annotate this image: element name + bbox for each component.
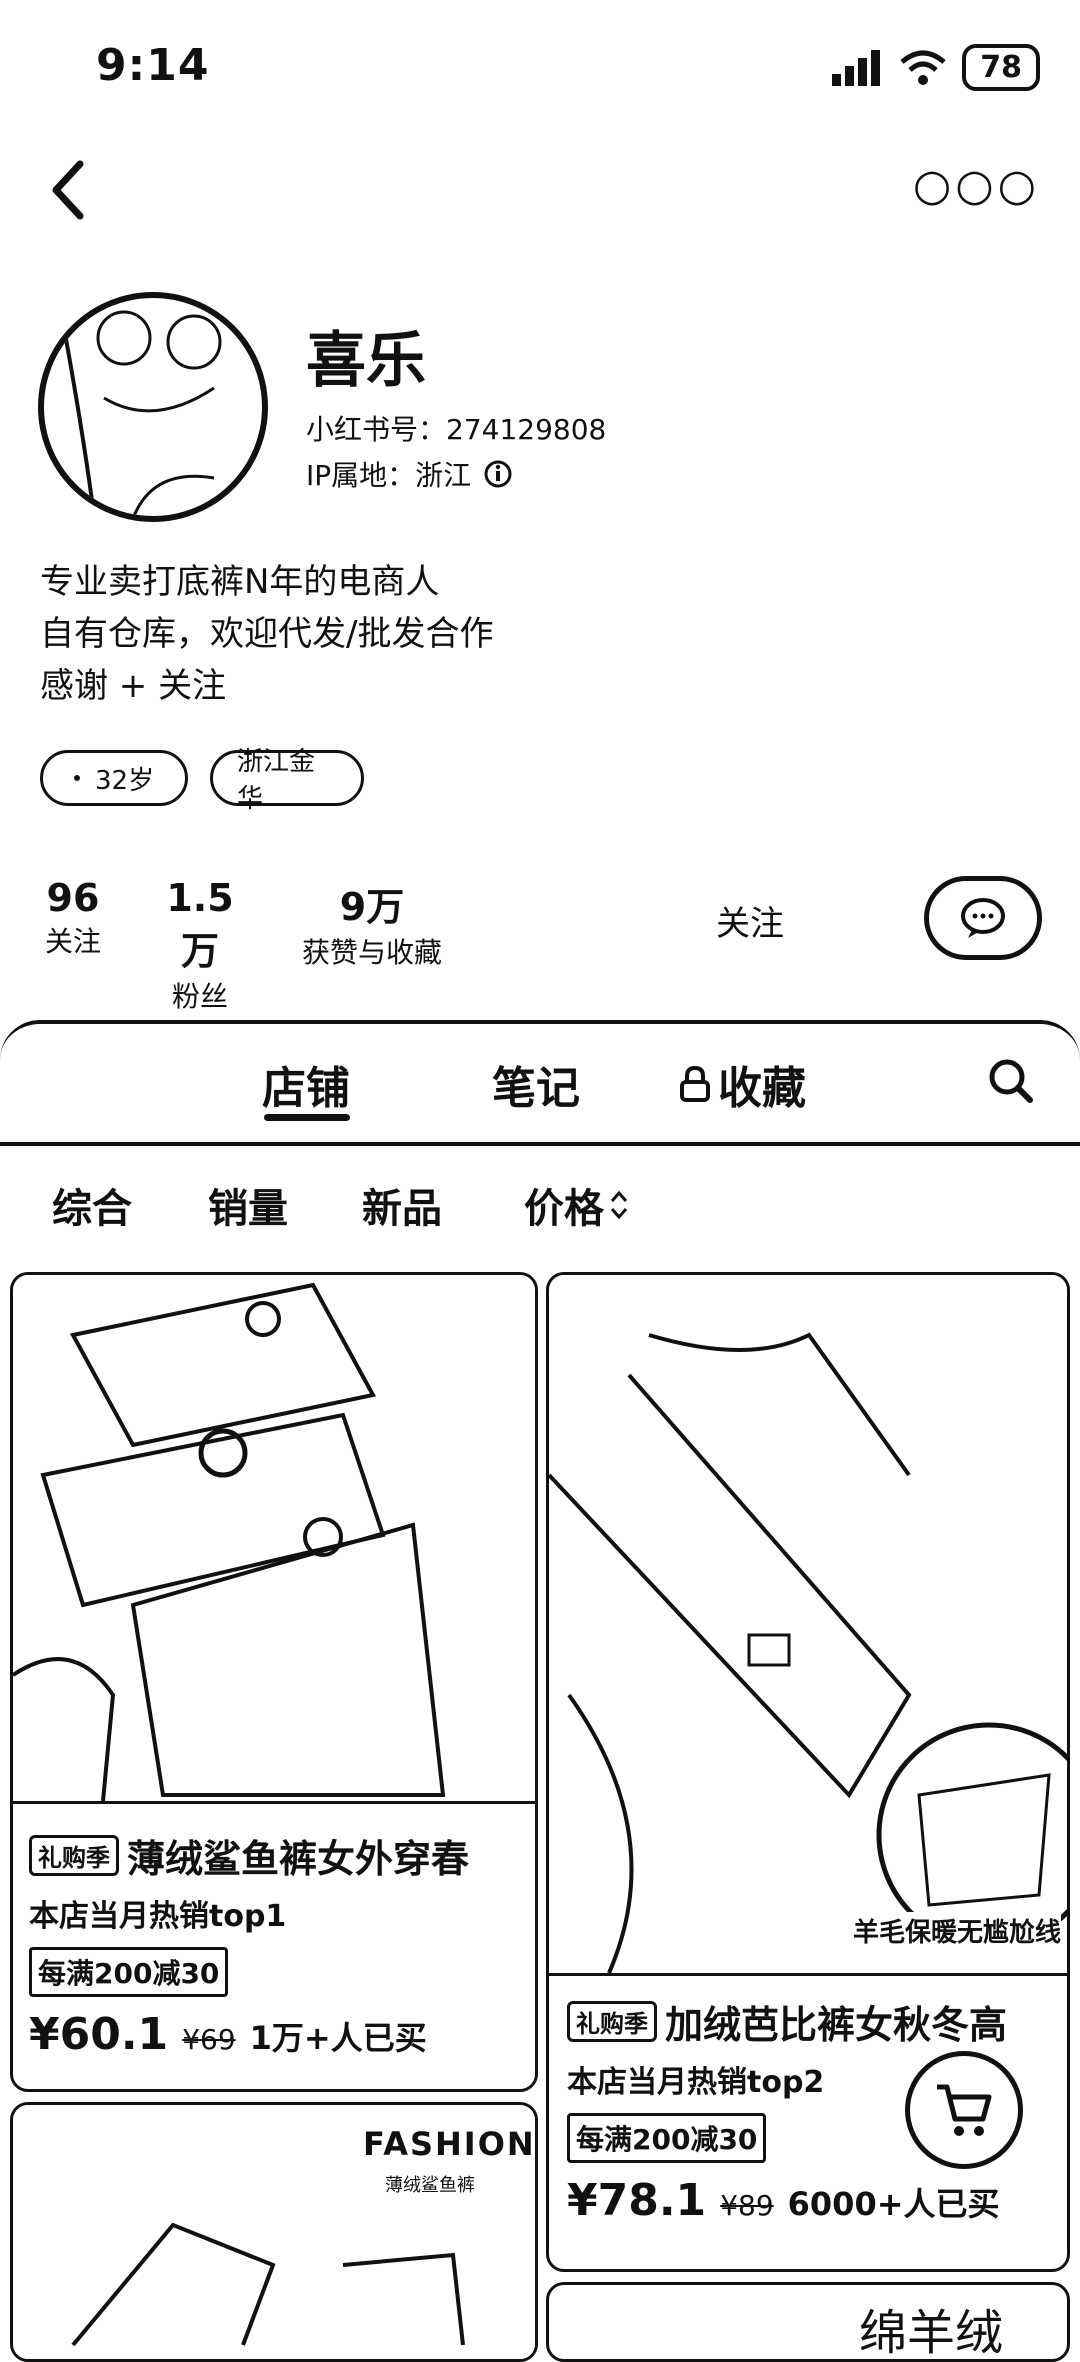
cart-icon (937, 2084, 992, 2136)
original-price: ¥69 (182, 2023, 236, 2056)
tab-notes[interactable]: 笔记 (492, 1052, 580, 1116)
profile-bio: 专业卖打底裤N年的电商人 自有仓库，欢迎代发/批发合作 感谢 + 关注 (40, 562, 494, 706)
info-icon[interactable] (483, 459, 513, 489)
product-subtitle: 本店当月热销top1 (29, 1899, 287, 1934)
sold-count: 1万+人已买 (249, 2019, 427, 2057)
profile-id: 小红书号：274129808 (306, 413, 607, 446)
sold-count: 6000+人已买 (787, 2185, 1000, 2223)
product-title: 加绒芭比裤女秋冬高 (665, 2003, 1008, 2047)
profile-name: 喜乐 (306, 326, 426, 396)
product-image: 羊毛保暖无尴尬线 (549, 1275, 1067, 1976)
avatar-illustration (62, 310, 222, 516)
image-overlay-text: 羊毛保暖无尴尬线 (852, 1912, 1061, 1949)
stat-followers[interactable]: 1.5万 粉丝 (148, 876, 252, 1015)
tab-shop[interactable]: 店铺 (262, 1052, 350, 1116)
product-image-text: 绵羊绒 (859, 2305, 1004, 2361)
sort-price[interactable]: 价格 (524, 1176, 630, 1234)
battery-indicator: 78 (962, 44, 1040, 91)
follow-button[interactable]: 关注 (716, 896, 784, 945)
search-icon[interactable] (986, 1056, 1036, 1106)
status-icons: 78 (830, 44, 1040, 91)
sort-comprehensive[interactable]: 综合 (52, 1176, 132, 1234)
add-to-cart-button[interactable] (905, 2051, 1023, 2169)
product-illustration (71, 2222, 465, 2347)
signal-icon (832, 49, 881, 86)
sort-sales[interactable]: 销量 (208, 1176, 288, 1234)
discount-badge: 每满200减30 (567, 2113, 767, 2163)
product-title: 薄绒鲨鱼裤女外穿春 (127, 1837, 470, 1881)
product-card[interactable]: FASHION 薄绒鲨鱼裤 (10, 2102, 538, 2362)
leggings-illustration (549, 1332, 1067, 1973)
tab-active-indicator (264, 1114, 350, 1121)
avatar[interactable] (38, 292, 268, 522)
wifi-icon (900, 50, 946, 85)
product-price: ¥60.1 (29, 2009, 169, 2060)
leggings-illustration (13, 1282, 446, 1801)
back-arrow-icon[interactable] (40, 150, 100, 230)
product-price: ¥78.1 (567, 2175, 707, 2226)
status-time: 9:14 (96, 40, 210, 91)
product-image: FASHION 薄绒鲨鱼裤 (13, 2105, 535, 2359)
lock-icon (680, 1065, 710, 1102)
promo-season-tag: 礼购季 (29, 1835, 119, 1876)
sort-new[interactable]: 新品 (362, 1176, 442, 1234)
chat-bubble-icon (961, 898, 1005, 938)
profile-ip-row: IP属地：浙江 (306, 454, 513, 494)
promo-season-tag: 礼购季 (567, 2001, 657, 2042)
sort-toggle-icon (610, 1190, 628, 1220)
more-options-icon[interactable]: ○○○ (913, 160, 1040, 211)
stat-following[interactable]: 96 关注 (40, 876, 106, 960)
product-card[interactable]: 绵羊绒 (546, 2282, 1070, 2362)
product-image (13, 1275, 535, 1804)
message-button[interactable] (924, 876, 1042, 960)
product-card[interactable]: 礼购季 薄绒鲨鱼裤女外穿春 本店当月热销top1 每满200减30 ¥60.1 … (10, 1272, 538, 2092)
gender-icon (74, 775, 80, 781)
tag-location: 浙江金华 (210, 747, 364, 814)
original-price: ¥89 (720, 2189, 774, 2222)
stat-likes[interactable]: 9万 获赞与收藏 (292, 876, 452, 971)
product-card[interactable]: 羊毛保暖无尴尬线 礼购季 加绒芭比裤女秋冬高 本店当月热销top2 每满200减… (546, 1272, 1070, 2272)
tab-collections[interactable]: 收藏 (678, 1052, 806, 1116)
tag-age: 32岁 (40, 750, 188, 806)
profile-ip: IP属地：浙江 (306, 459, 472, 492)
discount-badge: 每满200减30 (29, 1947, 229, 1997)
